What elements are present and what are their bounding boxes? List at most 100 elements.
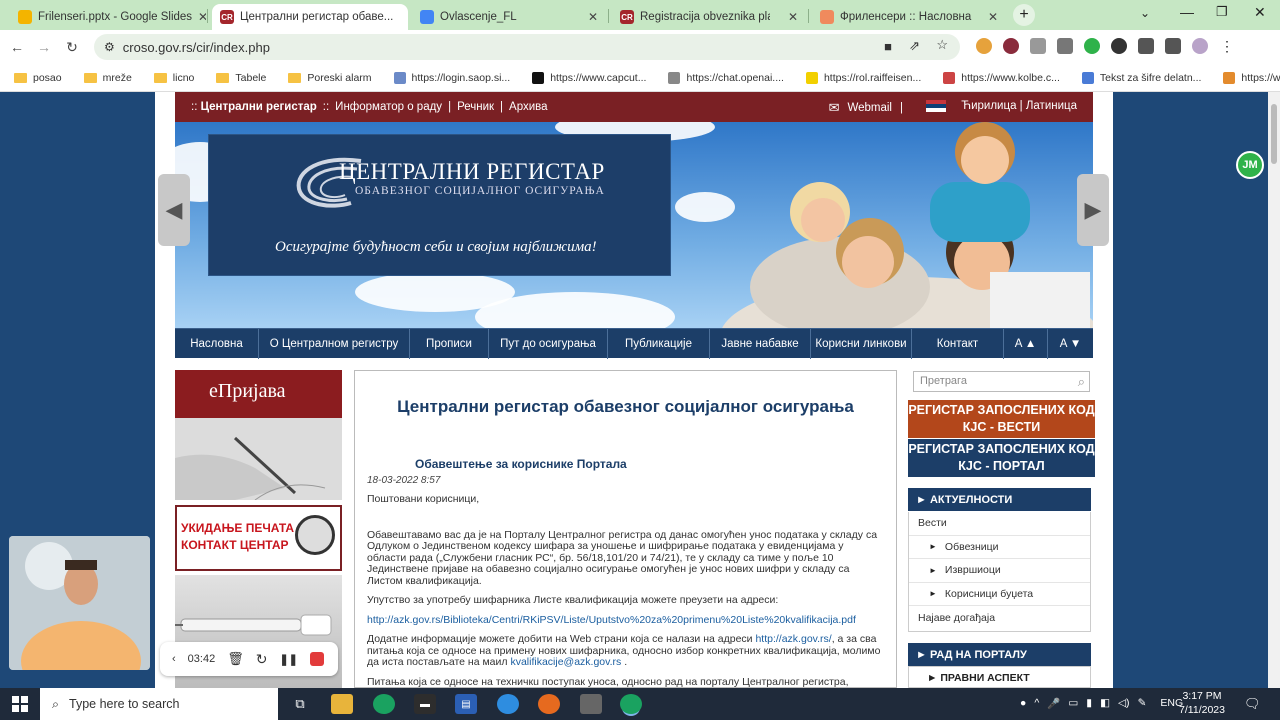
firefox-icon[interactable] xyxy=(538,694,560,714)
portal-item[interactable]: ► ПРАВНИ АСПЕКТ xyxy=(908,666,1091,688)
restart-icon[interactable]: ↻ xyxy=(256,651,268,668)
nav-home[interactable]: Насловна xyxy=(175,329,259,359)
eprijava-banner[interactable]: еПријава xyxy=(175,370,342,500)
lang-latin[interactable]: Латиница xyxy=(1026,100,1077,112)
drive-icon[interactable]: ▭ xyxy=(1068,697,1078,710)
address-bar[interactable]: ⚙ croso.gov.rs/cir/index.php ■ ⇗ ☆ xyxy=(94,34,960,60)
calculator-icon[interactable] xyxy=(580,694,602,714)
nav-path-to-insurance[interactable]: Пут до осигурања xyxy=(489,329,608,359)
bookmark-item[interactable]: Tekst za šifre delatn... xyxy=(1081,71,1201,84)
task-view-icon[interactable]: ⧉ xyxy=(289,694,311,714)
chrome-icon[interactable] xyxy=(373,694,395,714)
search-icon[interactable]: ⌕ xyxy=(1078,374,1085,390)
chevron-up-icon[interactable]: ^ xyxy=(1034,697,1039,710)
bookmark-item[interactable]: https://rol.raiffeisen... xyxy=(805,71,921,84)
pause-icon[interactable]: ❚❚ xyxy=(279,653,297,666)
bookmark-item[interactable]: https://login.saop.si... xyxy=(393,71,510,84)
puzzle-icon[interactable] xyxy=(1138,38,1154,54)
bookmark-item[interactable]: https://www.kolbe.c... xyxy=(943,71,1060,84)
kjs-portal-button[interactable]: РЕГИСТАР ЗАПОСЛЕНИХ КОД КЈС - ПОРТАЛ xyxy=(908,439,1095,477)
extension-icon[interactable] xyxy=(1057,38,1073,54)
extension-icon[interactable] xyxy=(1030,38,1046,54)
bookmark-star-icon[interactable]: ☆ xyxy=(936,37,948,53)
nav-publications[interactable]: Публикације xyxy=(608,329,710,359)
edge-icon[interactable] xyxy=(497,694,519,714)
bookmark-item[interactable]: mreže xyxy=(83,72,132,84)
jm-extension-icon[interactable]: JM xyxy=(1236,151,1264,179)
webmail-link[interactable]: ✉ Webmail | xyxy=(829,100,903,116)
nav-public-procurement[interactable]: Јавне набавке xyxy=(710,329,811,359)
extension-icon[interactable] xyxy=(976,38,992,54)
collapse-icon[interactable]: ‹ xyxy=(172,653,176,665)
tab-search-icon[interactable]: ⌄ xyxy=(1140,6,1150,20)
bookmark-item[interactable]: https://www.donaci... xyxy=(1223,71,1280,84)
bookmark-item[interactable]: https://chat.openai.... xyxy=(668,71,784,84)
tab-registracija[interactable]: CR Registracija obveznika plaćanja ✕ xyxy=(612,4,806,30)
topnav-archive[interactable]: Архива xyxy=(509,101,548,113)
notice-title[interactable]: Обавештење за кориснике Портала xyxy=(415,457,884,471)
reload-icon[interactable]: ↻ xyxy=(63,38,81,56)
banner-next-arrow[interactable]: ▶ xyxy=(1077,174,1109,246)
new-tab-button[interactable]: + xyxy=(1013,4,1035,26)
news-item-obveznici[interactable]: Обвезници xyxy=(909,536,1090,559)
bookmark-item[interactable]: Tabele xyxy=(216,72,266,84)
search-input[interactable]: Претрага ⌕ xyxy=(913,371,1090,392)
banner-prev-arrow[interactable]: ◀ xyxy=(158,174,190,246)
close-icon[interactable]: ✕ xyxy=(988,10,998,24)
news-item-izvrsioci[interactable]: Извршиоци xyxy=(909,559,1090,583)
news-item-vesti[interactable]: Вести xyxy=(909,512,1090,536)
trash-icon[interactable]: 🗑 xyxy=(227,651,244,667)
network-icon[interactable]: ◧ xyxy=(1100,697,1110,710)
taskbar-search-input[interactable]: ⌕ Type here to search xyxy=(40,688,278,720)
tab-central-register[interactable]: CR Централни регистар обаве... ✕ xyxy=(212,4,408,30)
azk-link[interactable]: http://azk.gov.rs/ xyxy=(755,633,831,645)
extension-icon[interactable] xyxy=(1003,38,1019,54)
topnav-central-register[interactable]: Централни регистар xyxy=(201,101,317,113)
extension-icon[interactable] xyxy=(1111,38,1127,54)
menu-icon[interactable]: ⋮ xyxy=(1219,38,1235,54)
tab-slides[interactable]: Frilenseri.pptx - Google Slides ✕ xyxy=(10,4,206,30)
page-scrollbar[interactable] xyxy=(1268,92,1280,688)
nav-useful-links[interactable]: Корисни линкови xyxy=(811,329,912,359)
window-close-icon[interactable]: ✕ xyxy=(1254,4,1266,21)
close-icon[interactable]: ✕ xyxy=(588,10,598,24)
nav-about[interactable]: О Централном регистру xyxy=(259,329,410,359)
bookmark-item[interactable]: licno xyxy=(153,72,194,84)
notifications-icon[interactable]: 🗨 xyxy=(1244,696,1261,712)
close-icon[interactable]: ✕ xyxy=(788,10,798,24)
stop-recording-button[interactable] xyxy=(309,652,324,666)
instructions-link[interactable]: http://azk.gov.rs/Biblioteka/Centri/RKiP… xyxy=(367,614,856,626)
volume-icon[interactable]: ◁) xyxy=(1118,697,1130,710)
chrome-active-icon[interactable] xyxy=(620,694,642,714)
tab-frilenseri[interactable]: Фриленсери :: Насловна ✕ xyxy=(812,4,1006,30)
extension-icon[interactable] xyxy=(1084,38,1100,54)
lang-cyrillic[interactable]: Ћирилица xyxy=(961,100,1016,112)
tab-ovlascenje[interactable]: Ovlascenje_FL ✕ xyxy=(412,4,606,30)
bookmark-item[interactable]: posao xyxy=(14,72,62,84)
system-clock[interactable]: 3:17 PM 7/11/2023 xyxy=(1176,689,1228,717)
font-increase-button[interactable]: A ▲ xyxy=(1004,329,1048,359)
nav-regulations[interactable]: Прописи xyxy=(410,329,489,359)
maximize-icon[interactable]: ❐ xyxy=(1216,4,1228,20)
pen-icon[interactable]: ✎ xyxy=(1138,697,1147,710)
mic-icon[interactable]: 🎤 xyxy=(1047,697,1060,710)
email-link[interactable]: kvalifikacije@azk.gov.rs xyxy=(510,656,621,668)
people-icon[interactable]: ● xyxy=(1020,697,1026,710)
word-icon[interactable]: ▤ xyxy=(455,694,477,714)
share-icon[interactable]: ⇗ xyxy=(909,38,920,54)
stamp-contact-banner[interactable]: УКИДАЊЕ ПЕЧАТА КОНТАКТ ЦЕНТАР xyxy=(175,505,342,571)
windows-start-icon[interactable] xyxy=(0,688,40,720)
topnav-informator[interactable]: Информатор о раду xyxy=(335,101,442,113)
news-item-budget-users[interactable]: Корисници буџета xyxy=(909,583,1090,606)
close-icon[interactable]: ✕ xyxy=(198,10,206,24)
file-explorer-icon[interactable] xyxy=(331,694,353,714)
battery-icon[interactable]: ▮ xyxy=(1086,697,1092,710)
bookmark-item[interactable]: Poreski alarm xyxy=(288,72,372,84)
nav-contact[interactable]: Контакт xyxy=(912,329,1004,359)
font-decrease-button[interactable]: A ▼ xyxy=(1048,329,1093,359)
forward-icon[interactable]: → xyxy=(35,38,53,56)
site-info-icon[interactable]: ⚙ xyxy=(104,40,115,54)
back-icon[interactable]: ← xyxy=(8,38,26,56)
bookmark-item[interactable]: https://www.capcut... xyxy=(532,71,646,84)
sidebar-toggle-icon[interactable] xyxy=(1165,38,1181,54)
